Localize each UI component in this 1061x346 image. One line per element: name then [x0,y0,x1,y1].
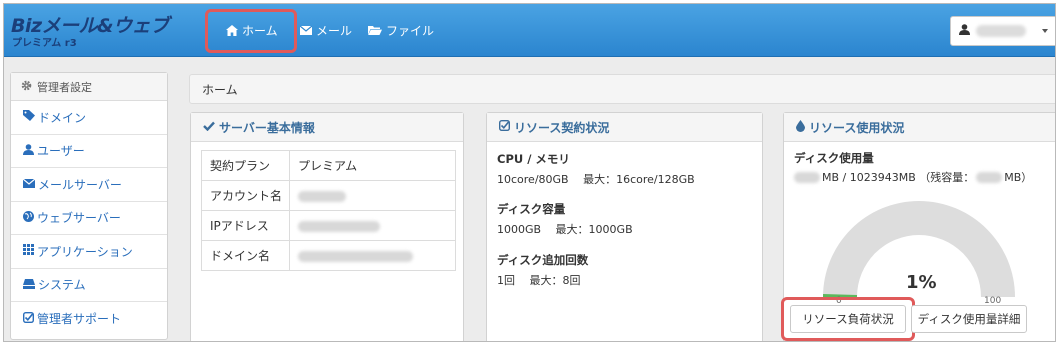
sidebar-item-web-server[interactable]: ウェブサーバー [11,202,167,235]
home-icon [226,24,238,36]
envelope-icon [300,25,312,35]
resource-load-button[interactable]: リソース負荷状況 [790,305,906,333]
row-value-redacted [289,210,456,241]
envelope-icon [22,177,36,191]
resource-usage-heading: リソース使用状況 [784,113,1055,142]
table-row: ドメイン名 [201,240,456,271]
disk-add-spec: ディスク追加回数 1回 最大：8回 [497,252,588,288]
disk-add-detail: 1回 最大：8回 [497,274,581,287]
check-square-icon [498,119,511,134]
disk-usage-detail-button[interactable]: ディスク使用量詳細 [911,305,1027,333]
server-info-heading: サーバー基本情報 [191,113,463,142]
resource-contract-heading: リソース契約状況 [487,113,762,142]
user-icon [959,24,970,38]
row-value-redacted [289,180,456,211]
resource-usage-panel: リソース使用状況 ディスク使用量 MB / 1023943MB （残容量： MB… [781,112,1055,341]
tint-drop-icon [796,119,805,135]
row-key: ドメイン名 [201,240,290,271]
disk-usage-detail-label: ディスク使用量詳細 [917,312,1021,326]
sidebar-item-label: ドメイン [38,110,87,125]
sidebar-item-domain[interactable]: ドメイン [11,101,167,135]
row-value: プレミアム [289,150,456,181]
nav-home[interactable]: ホーム [218,14,286,46]
row-key: アカウント名 [201,180,290,211]
disk-used-suffix: MB / 1023943MB （残容量： [822,171,975,184]
drive-icon [23,278,35,292]
folder-icon [368,25,382,35]
breadcrumb-current: ホーム [202,82,238,97]
table-row: IPアドレス [201,210,456,241]
user-icon [23,143,34,158]
gear-icon [21,80,32,94]
sidebar-item-label: アプリケーション [37,244,133,259]
brand-edition: プレミアム r3 [12,38,77,49]
app-window: Bizメール&ウェブ プレミアム r3 ホーム メール ファイル 管理者設定 ド… [3,3,1056,342]
tag-icon [23,110,35,124]
sidebar-item-label: 管理者サポート [37,312,122,327]
disk-usage-line: MB / 1023943MB （残容量： MB） [794,169,1032,185]
user-name-redacted [976,25,1026,37]
grid-icon [23,244,34,258]
sidebar-item-label: ユーザー [37,144,85,159]
check-square-icon [22,311,35,326]
checkmark-icon [203,120,215,134]
sidebar-item-user[interactable]: ユーザー [11,135,167,168]
disk-remaining-suffix: MB） [1004,171,1033,184]
cpu-memory-title: CPU / メモリ [497,152,570,166]
sidebar-item-mail-server[interactable]: メールサーバー [11,168,167,202]
disk-remaining-redacted [976,171,1003,183]
server-info-title: サーバー基本情報 [219,120,315,135]
nav-mail-label: メール [316,23,353,38]
resource-usage-title: リソース使用状況 [809,120,905,135]
row-key: 契約プラン [201,150,290,181]
sidebar-item-application[interactable]: アプリケーション [11,235,167,269]
table-row: アカウント名 [201,180,456,211]
cpu-memory-detail: 10core/80GB 最大：16core/128GB [497,173,695,186]
server-info-panel: サーバー基本情報 契約プラン プレミアム アカウント名 IPアドレス ドメイン名 [190,112,464,341]
table-row: 契約プラン プレミアム [201,150,456,181]
sidebar-item-label: システム [38,278,86,293]
disk-capacity-spec: ディスク容量 1000GB 最大：1000GB [497,201,633,237]
sidebar-item-system[interactable]: システム [11,269,167,302]
sidebar-item-label: メールサーバー [38,177,122,192]
resource-contract-title: リソース契約状況 [514,120,610,135]
server-info-table: 契約プラン プレミアム アカウント名 IPアドレス ドメイン名 [201,150,456,271]
row-value-redacted [289,240,456,271]
sidebar-heading: 管理者設定 [11,73,167,101]
gauge-percent-label: 1% [906,272,937,293]
chevron-down-icon [1042,29,1048,33]
row-key: IPアドレス [201,210,290,241]
sidebar-item-admin-support[interactable]: 管理者サポート [11,302,167,336]
disk-used-redacted [794,171,820,183]
nav-home-label: ホーム [242,23,278,38]
disk-capacity-detail: 1000GB 最大：1000GB [497,223,633,236]
sidebar-heading-label: 管理者設定 [37,80,92,94]
globe-icon [23,210,34,225]
disk-usage-title: ディスク使用量 [794,151,874,165]
nav-file[interactable]: ファイル [368,14,434,46]
nav-file-label: ファイル [386,23,435,38]
cpu-memory-spec: CPU / メモリ 10core/80GB 最大：16core/128GB [497,151,695,187]
top-navbar: Bizメール&ウェブ プレミアム r3 ホーム メール ファイル [4,4,1055,57]
disk-add-title: ディスク追加回数 [497,253,589,267]
disk-capacity-title: ディスク容量 [497,202,566,216]
sidebar-item-label: ウェブサーバー [37,211,121,226]
user-menu-dropdown[interactable] [950,16,1055,46]
nav-mail[interactable]: メール [300,14,352,46]
brand-logo[interactable]: Bizメール&ウェブ プレミアム r3 [11,11,179,49]
resource-contract-panel: リソース契約状況 CPU / メモリ 10core/80GB 最大：16core… [486,112,763,341]
admin-sidebar: 管理者設定 ドメイン ユーザー メールサーバー ウェブサーバー アプリケーション… [10,72,168,340]
breadcrumb: ホーム [189,74,1055,104]
resource-load-button-label: リソース負荷状況 [802,312,894,326]
